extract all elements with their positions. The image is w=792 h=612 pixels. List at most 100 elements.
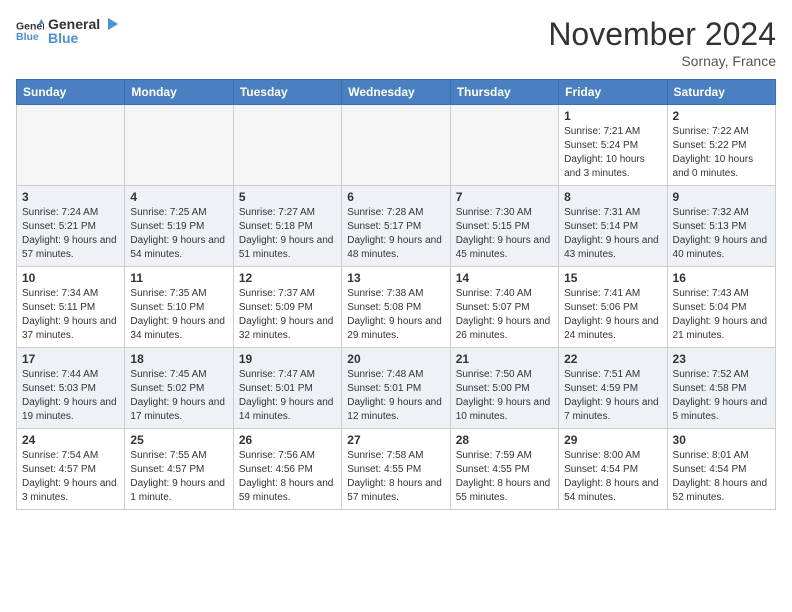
sunset-label: Sunset: 5:22 PM (673, 140, 747, 151)
calendar-header-row: SundayMondayTuesdayWednesdayThursdayFrid… (17, 80, 776, 105)
sunset-label: Sunset: 4:54 PM (673, 464, 747, 475)
sunrise-label: Sunrise: 7:58 AM (347, 450, 423, 461)
weekday-header: Saturday (667, 80, 775, 105)
daylight-label: Daylight: 10 hours and 3 minutes. (564, 154, 645, 179)
weekday-header: Friday (559, 80, 667, 105)
daylight-label: Daylight: 9 hours and 5 minutes. (673, 397, 768, 422)
calendar-day-cell: 20Sunrise: 7:48 AMSunset: 5:01 PMDayligh… (342, 348, 450, 429)
day-number: 19 (239, 352, 336, 366)
calendar-week-row: 3Sunrise: 7:24 AMSunset: 5:21 PMDaylight… (17, 186, 776, 267)
calendar-week-row: 17 Sunrise: 7:44 AMSunset: 5:03 PMDayligh… (17, 348, 776, 429)
logo-blue: Blue (48, 30, 118, 46)
day-number: 30 (673, 433, 770, 447)
sunrise-label: Sunrise: 7:24 AM (22, 207, 98, 218)
day-info: Sunrise: 7:30 AMSunset: 5:15 PMDaylight:… (456, 206, 553, 262)
calendar-day-cell: 15Sunrise: 7:41 AMSunset: 5:06 PMDayligh… (559, 267, 667, 348)
sunrise-label: Sunrise: 7:28 AM (347, 207, 423, 218)
calendar-day-cell: 7 Sunrise: 7:30 AMSunset: 5:15 PMDaylight… (450, 186, 558, 267)
day-info: Sunrise: 7:47 AMSunset: 5:01 PMDaylight:… (239, 368, 336, 424)
day-number: 22 (564, 352, 661, 366)
calendar-day-cell: 29Sunrise: 8:00 AMSunset: 4:54 PMDayligh… (559, 429, 667, 510)
calendar-table: SundayMondayTuesdayWednesdayThursdayFrid… (16, 79, 776, 510)
day-info: Sunrise: 7:34 AMSunset: 5:11 PMDaylight:… (22, 287, 119, 343)
day-number: 7 (456, 190, 553, 204)
day-info: Sunrise: 7:31 AM Sunset: 5:14 PM Daylight:… (564, 206, 661, 262)
day-info: Sunrise: 7:48 AMSunset: 5:01 PMDaylight:… (347, 368, 444, 424)
calendar-day-cell: 25 Sunrise: 7:55 AMSunset: 4:57 PMDayligh… (125, 429, 233, 510)
daylight-label: Daylight: 8 hours and 55 minutes. (456, 478, 551, 503)
logo: General Blue General Blue (16, 16, 118, 46)
sunrise-label: Sunrise: 7:45 AM (130, 369, 206, 380)
calendar-day-cell (450, 105, 558, 186)
daylight-label: Daylight: 9 hours and 19 minutes. (22, 397, 117, 422)
title-block: November 2024 Sornay, France (548, 16, 776, 69)
calendar-day-cell: 21Sunrise: 7:50 AMSunset: 5:00 PMDayligh… (450, 348, 558, 429)
sunset-label: Sunset: 4:55 PM (347, 464, 421, 475)
page-header: General Blue General Blue November 2024 … (16, 16, 776, 69)
daylight-label: Daylight: 8 hours and 57 minutes. (347, 478, 442, 503)
sunset-label: Sunset: 5:02 PM (130, 383, 204, 394)
sunset-label: Sunset: 4:54 PM (564, 464, 638, 475)
calendar-day-cell: 14Sunrise: 7:40 AMSunset: 5:07 PMDayligh… (450, 267, 558, 348)
sunset-label: Sunset: 5:19 PM (130, 221, 204, 232)
day-info: Sunrise: 7:44 AMSunset: 5:03 PMDaylight:… (22, 368, 119, 424)
day-info: Sunrise: 7:28 AMSunset: 5:17 PMDaylight:… (347, 206, 444, 262)
sunset-label: Sunset: 5:01 PM (239, 383, 313, 394)
calendar-week-row: 1 Sunrise: 7:21 AMSunset: 5:24 PMDaylight… (17, 105, 776, 186)
day-info: Sunrise: 7:58 AM Sunset: 4:55 PM Daylight:… (347, 449, 444, 505)
sunrise-label: Sunrise: 7:55 AM (130, 450, 206, 461)
daylight-label: Daylight: 8 hours and 54 minutes. (564, 478, 659, 503)
calendar-day-cell (125, 105, 233, 186)
calendar-day-cell: 2Sunrise: 7:22 AMSunset: 5:22 PMDaylight… (667, 105, 775, 186)
weekday-header: Wednesday (342, 80, 450, 105)
sunrise-label: Sunrise: 7:50 AM (456, 369, 532, 380)
sunset-label: Sunset: 5:14 PM (564, 221, 638, 232)
calendar-day-cell: 27Sunrise: 7:58 AMSunset: 4:55 PMDayligh… (342, 429, 450, 510)
day-info: Sunrise: 7:55 AMSunset: 4:57 PMDaylight:… (130, 449, 227, 505)
calendar-day-cell: 12Sunrise: 7:37 AMSunset: 5:09 PMDayligh… (233, 267, 341, 348)
day-number: 9 (673, 190, 770, 204)
daylight-label: Daylight: 9 hours and 21 minutes. (673, 316, 768, 341)
day-number: 25 (130, 433, 227, 447)
sunrise-label: Sunrise: 7:52 AM (673, 369, 749, 380)
daylight-label: Daylight: 9 hours and 34 minutes. (130, 316, 225, 341)
sunset-label: Sunset: 5:07 PM (456, 302, 530, 313)
day-number: 1 (564, 109, 661, 123)
daylight-label: Daylight: 9 hours and 43 minutes. (564, 235, 659, 260)
day-number: 3 (22, 190, 119, 204)
daylight-label: Daylight: 9 hours and 57 minutes. (22, 235, 117, 260)
calendar-day-cell: 6Sunrise: 7:28 AMSunset: 5:17 PMDaylight… (342, 186, 450, 267)
daylight-label: Daylight: 9 hours and 3 minutes. (22, 478, 117, 503)
day-number: 2 (673, 109, 770, 123)
calendar-day-cell: 16Sunrise: 7:43 AMSunset: 5:04 PMDayligh… (667, 267, 775, 348)
calendar-day-cell: 9Sunrise: 7:32 AMSunset: 5:13 PMDaylight… (667, 186, 775, 267)
day-number: 10 (22, 271, 119, 285)
calendar-day-cell: 26Sunrise: 7:56 AMSunset: 4:56 PMDayligh… (233, 429, 341, 510)
daylight-label: Daylight: 9 hours and 1 minute. (130, 478, 225, 503)
logo-icon: General Blue (16, 17, 44, 45)
sunset-label: Sunset: 4:58 PM (673, 383, 747, 394)
daylight-label: Daylight: 9 hours and 7 minutes. (564, 397, 659, 422)
sunrise-label: Sunrise: 8:00 AM (564, 450, 640, 461)
svg-text:Blue: Blue (16, 31, 39, 43)
sunset-label: Sunset: 5:03 PM (22, 383, 96, 394)
calendar-day-cell: 1 Sunrise: 7:21 AMSunset: 5:24 PMDaylight… (559, 105, 667, 186)
day-info: Sunrise: 7:37 AMSunset: 5:09 PMDaylight:… (239, 287, 336, 343)
day-info: Sunrise: 7:40 AMSunset: 5:07 PMDaylight:… (456, 287, 553, 343)
calendar-day-cell: 18Sunrise: 7:45 AMSunset: 5:02 PMDayligh… (125, 348, 233, 429)
day-number: 8 (564, 190, 661, 204)
sunrise-label: Sunrise: 7:59 AM (456, 450, 532, 461)
daylight-label: Daylight: 9 hours and 12 minutes. (347, 397, 442, 422)
sunset-label: Sunset: 5:13 PM (673, 221, 747, 232)
day-info: Sunrise: 7:21 AMSunset: 5:24 PMDaylight:… (564, 125, 661, 181)
daylight-label: Daylight: 9 hours and 10 minutes. (456, 397, 551, 422)
sunrise-label: Sunrise: 7:31 AM (564, 207, 640, 218)
calendar-day-cell: 5Sunrise: 7:27 AMSunset: 5:18 PMDaylight… (233, 186, 341, 267)
day-info: Sunrise: 7:59 AMSunset: 4:55 PMDaylight:… (456, 449, 553, 505)
day-number: 17 (22, 352, 119, 366)
daylight-label: Daylight: 9 hours and 45 minutes. (456, 235, 551, 260)
daylight-label: Daylight: 8 hours and 52 minutes. (673, 478, 768, 503)
weekday-header: Thursday (450, 80, 558, 105)
sunset-label: Sunset: 5:09 PM (239, 302, 313, 313)
day-number: 4 (130, 190, 227, 204)
